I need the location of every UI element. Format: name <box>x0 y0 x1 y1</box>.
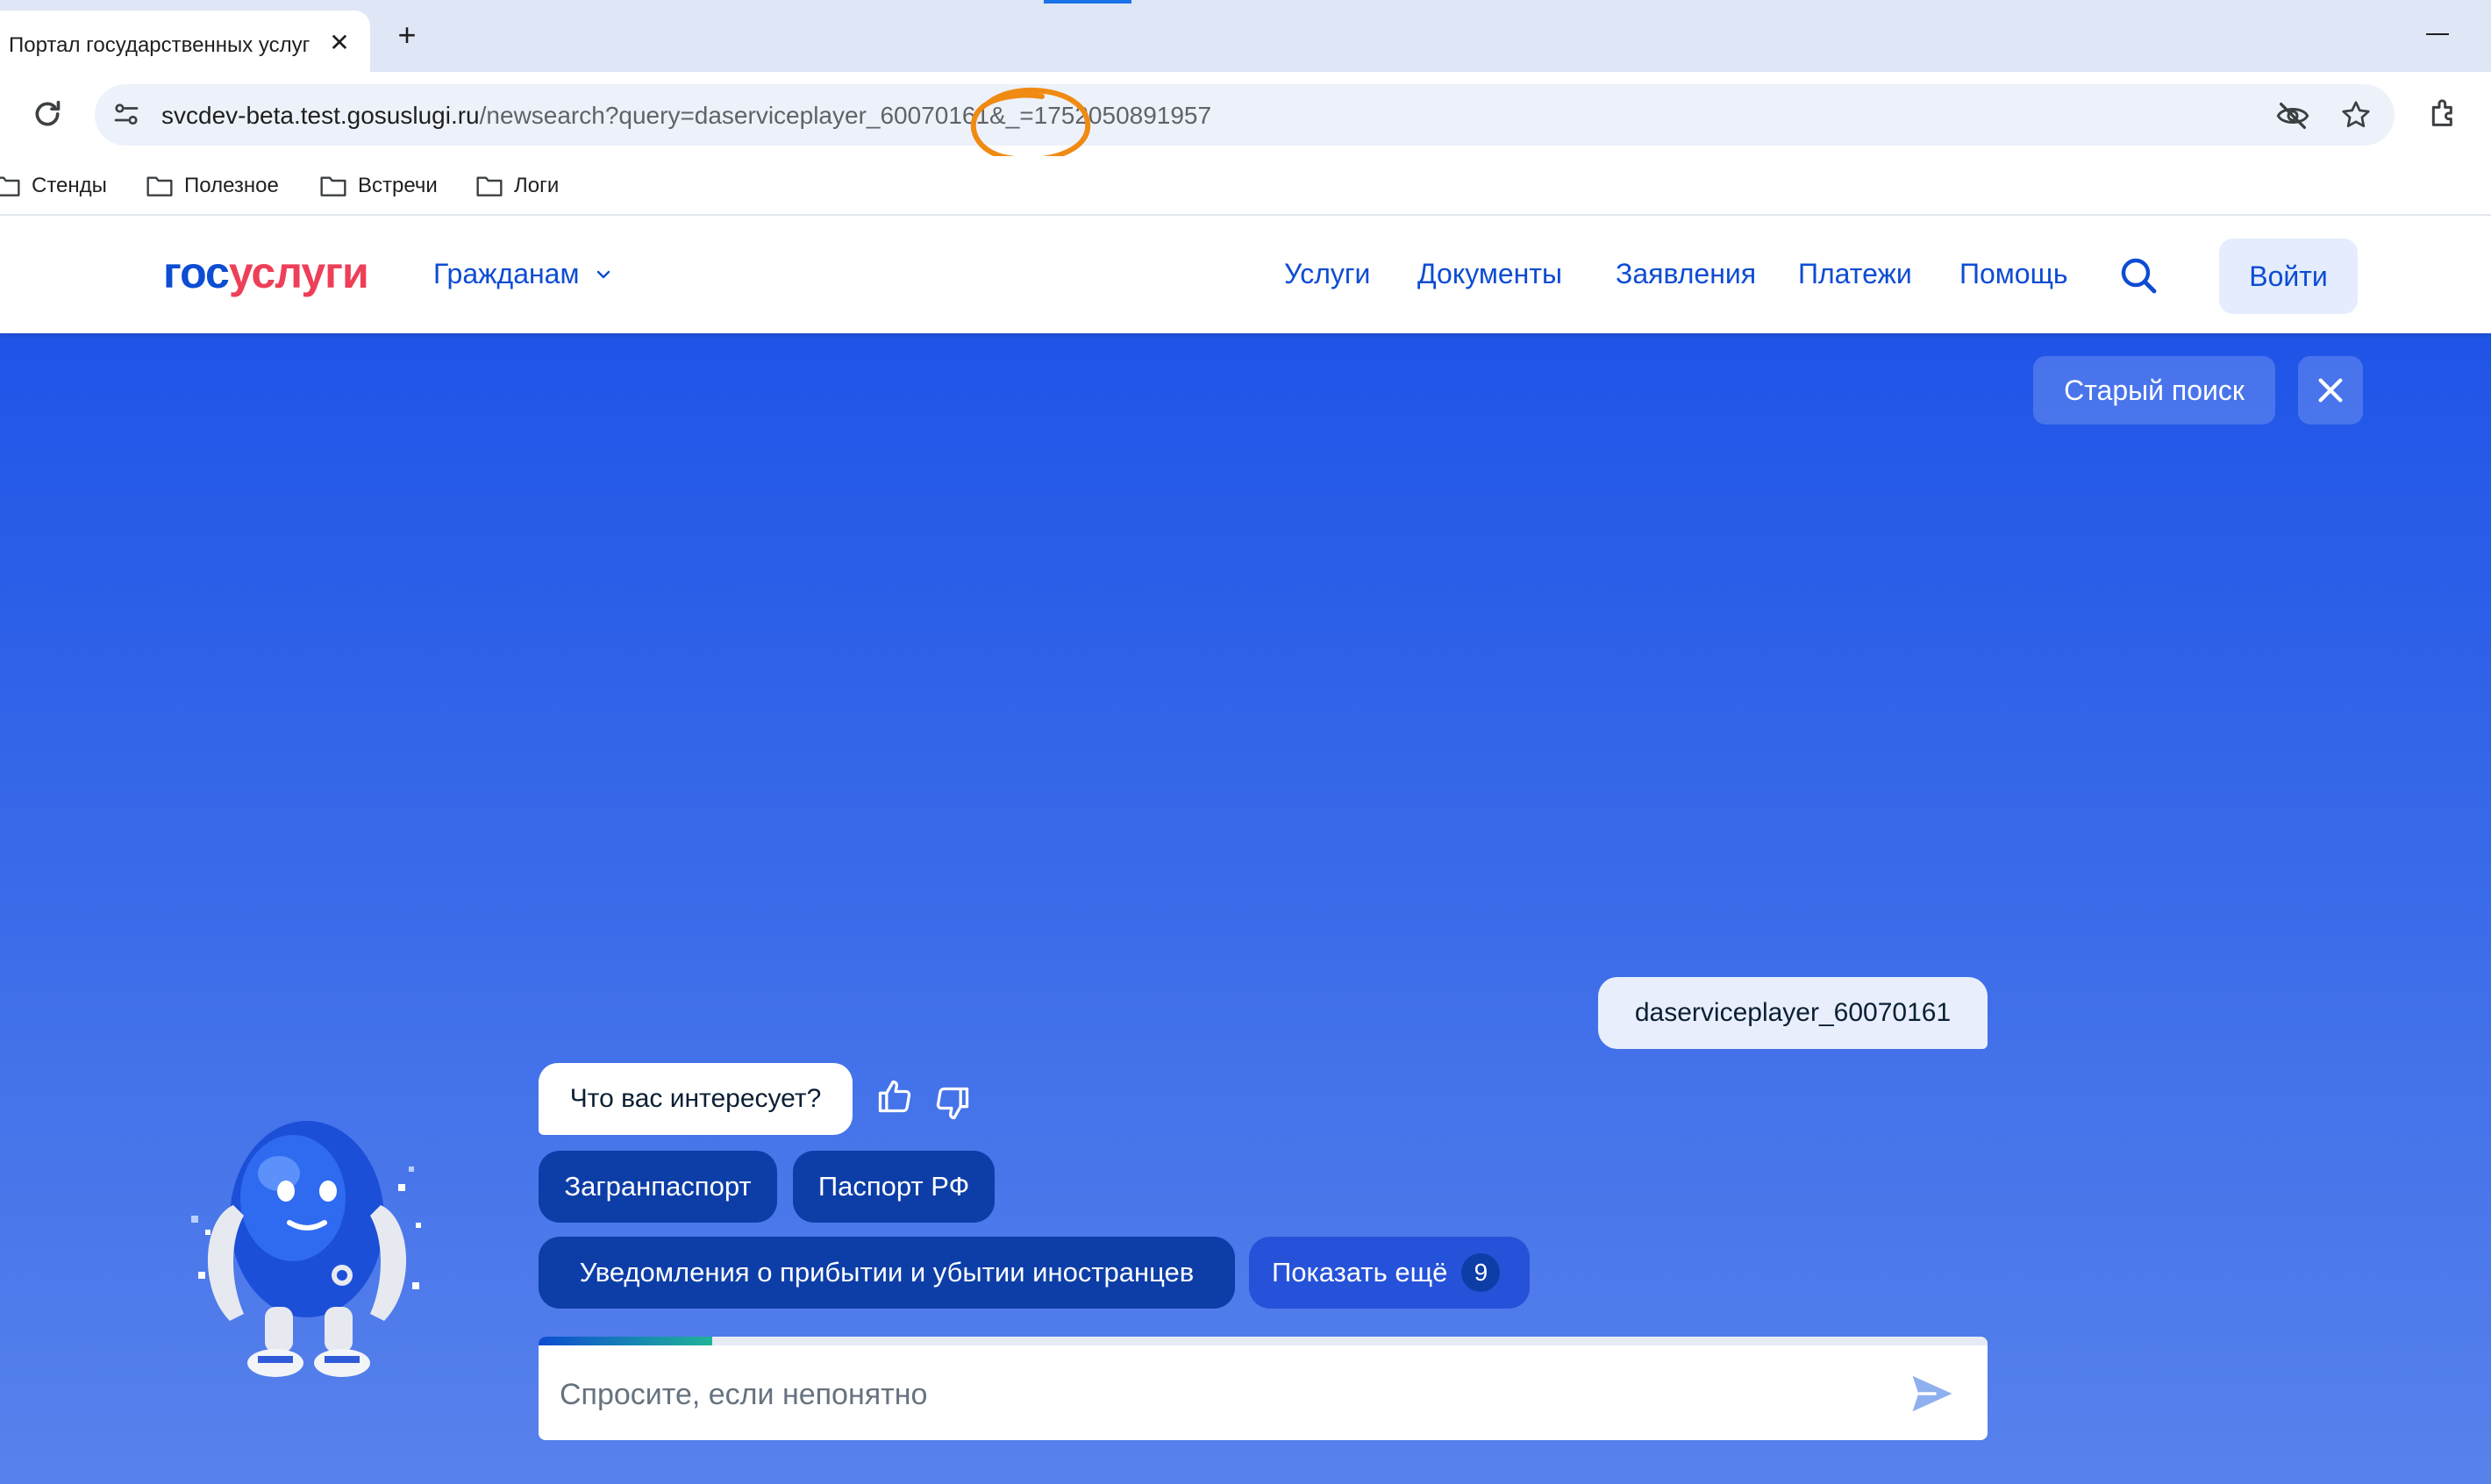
login-button[interactable]: Войти <box>2219 239 2358 314</box>
url-path: /newsearch?query=daserviceplayer_6007016… <box>479 102 1212 129</box>
tab-title: Портал государственных услуг <box>9 33 310 57</box>
url-host: svcdev-beta.test.gosuslugi.ru <box>161 102 480 129</box>
reload-icon[interactable] <box>30 96 65 132</box>
ask-input[interactable] <box>560 1359 1875 1430</box>
audience-selector[interactable]: Гражданам <box>433 258 614 290</box>
bookmark-folder[interactable]: Логи <box>475 168 559 203</box>
new-tab-button[interactable]: + <box>389 18 425 53</box>
search-assistant-area: Старый поиск daserviceplayer_60070161 Чт… <box>0 333 2491 1484</box>
bookmark-label: Полезное <box>184 174 279 197</box>
chevron-down-icon <box>597 270 610 278</box>
browser-tabbar: Портал государственных услуг ✕ + <box>0 0 2491 72</box>
bookmark-folder[interactable]: Полезное <box>146 168 279 203</box>
tab-close-icon[interactable]: ✕ <box>325 28 354 58</box>
tab-loading-indicator <box>1044 0 1131 4</box>
show-more-count-badge: 9 <box>1461 1253 1501 1292</box>
bot-message: Что вас интересует? <box>539 1063 853 1135</box>
nav-documents[interactable]: Документы <box>1417 258 1562 290</box>
send-icon[interactable] <box>1909 1370 1956 1417</box>
site-header: госуслуги Гражданам Услуги Документы Зая… <box>0 218 2491 333</box>
bookmark-label: Логи <box>514 174 560 197</box>
extensions-icon[interactable] <box>2426 96 2461 131</box>
nav-help[interactable]: Помощь <box>1959 258 2068 290</box>
show-more-button[interactable]: Показать ещё 9 <box>1249 1237 1530 1309</box>
folder-icon <box>146 176 173 196</box>
browser-toolbar: svcdev-beta.test.gosuslugi.ru/newsearch?… <box>0 72 2491 163</box>
ask-input-box <box>539 1337 1988 1440</box>
logo-part-gos: гос <box>163 248 230 297</box>
folder-icon <box>476 176 503 196</box>
nav-applications[interactable]: Заявления <box>1616 258 1756 290</box>
folder-icon <box>320 176 346 196</box>
bookmark-label: Стенды <box>32 174 107 197</box>
suggestion-chip-zagranpasport[interactable]: Загранпаспорт <box>539 1151 777 1223</box>
bookmarks-bar: Стенды Полезное Встречи Логи <box>0 156 2491 216</box>
address-bar[interactable]: svcdev-beta.test.gosuslugi.ru/newsearch?… <box>95 84 2395 163</box>
bookmark-folder[interactable]: Встречи <box>319 168 438 203</box>
eye-off-icon[interactable] <box>2275 101 2310 131</box>
browser-tab[interactable]: Портал государственных услуг ✕ <box>0 11 370 72</box>
thumb-up-icon[interactable] <box>875 1077 914 1116</box>
old-search-button[interactable]: Старый поиск <box>2033 356 2275 425</box>
nav-services[interactable]: Услуги <box>1284 258 1370 290</box>
bookmark-label: Встречи <box>358 174 438 197</box>
suggestion-chip-notifications[interactable]: Уведомления о прибытии и убытии иностран… <box>539 1237 1235 1309</box>
nav-payments[interactable]: Платежи <box>1798 258 1912 290</box>
close-icon <box>2318 378 2343 403</box>
audience-label: Гражданам <box>433 258 580 289</box>
suggestion-chip-pasport-rf[interactable]: Паспорт РФ <box>793 1151 995 1223</box>
thumb-down-icon[interactable] <box>933 1084 972 1123</box>
user-message: daserviceplayer_60070161 <box>1598 977 1988 1049</box>
star-icon[interactable] <box>2340 99 2372 131</box>
robot-mascot-image <box>191 1121 421 1377</box>
logo-part-uslugi: услуги <box>228 248 369 297</box>
show-more-label: Показать ещё <box>1272 1257 1448 1288</box>
close-button[interactable] <box>2298 356 2363 425</box>
gosuslugi-logo[interactable]: госуслуги <box>163 247 369 298</box>
folder-icon <box>0 176 20 196</box>
window-minimize-button[interactable] <box>2426 33 2449 35</box>
input-progress-fill <box>539 1337 713 1345</box>
input-progress-track <box>539 1337 1988 1345</box>
site-info-icon[interactable] <box>111 99 142 131</box>
bookmark-folder[interactable]: Стенды <box>0 168 107 203</box>
search-icon[interactable] <box>2117 254 2159 296</box>
